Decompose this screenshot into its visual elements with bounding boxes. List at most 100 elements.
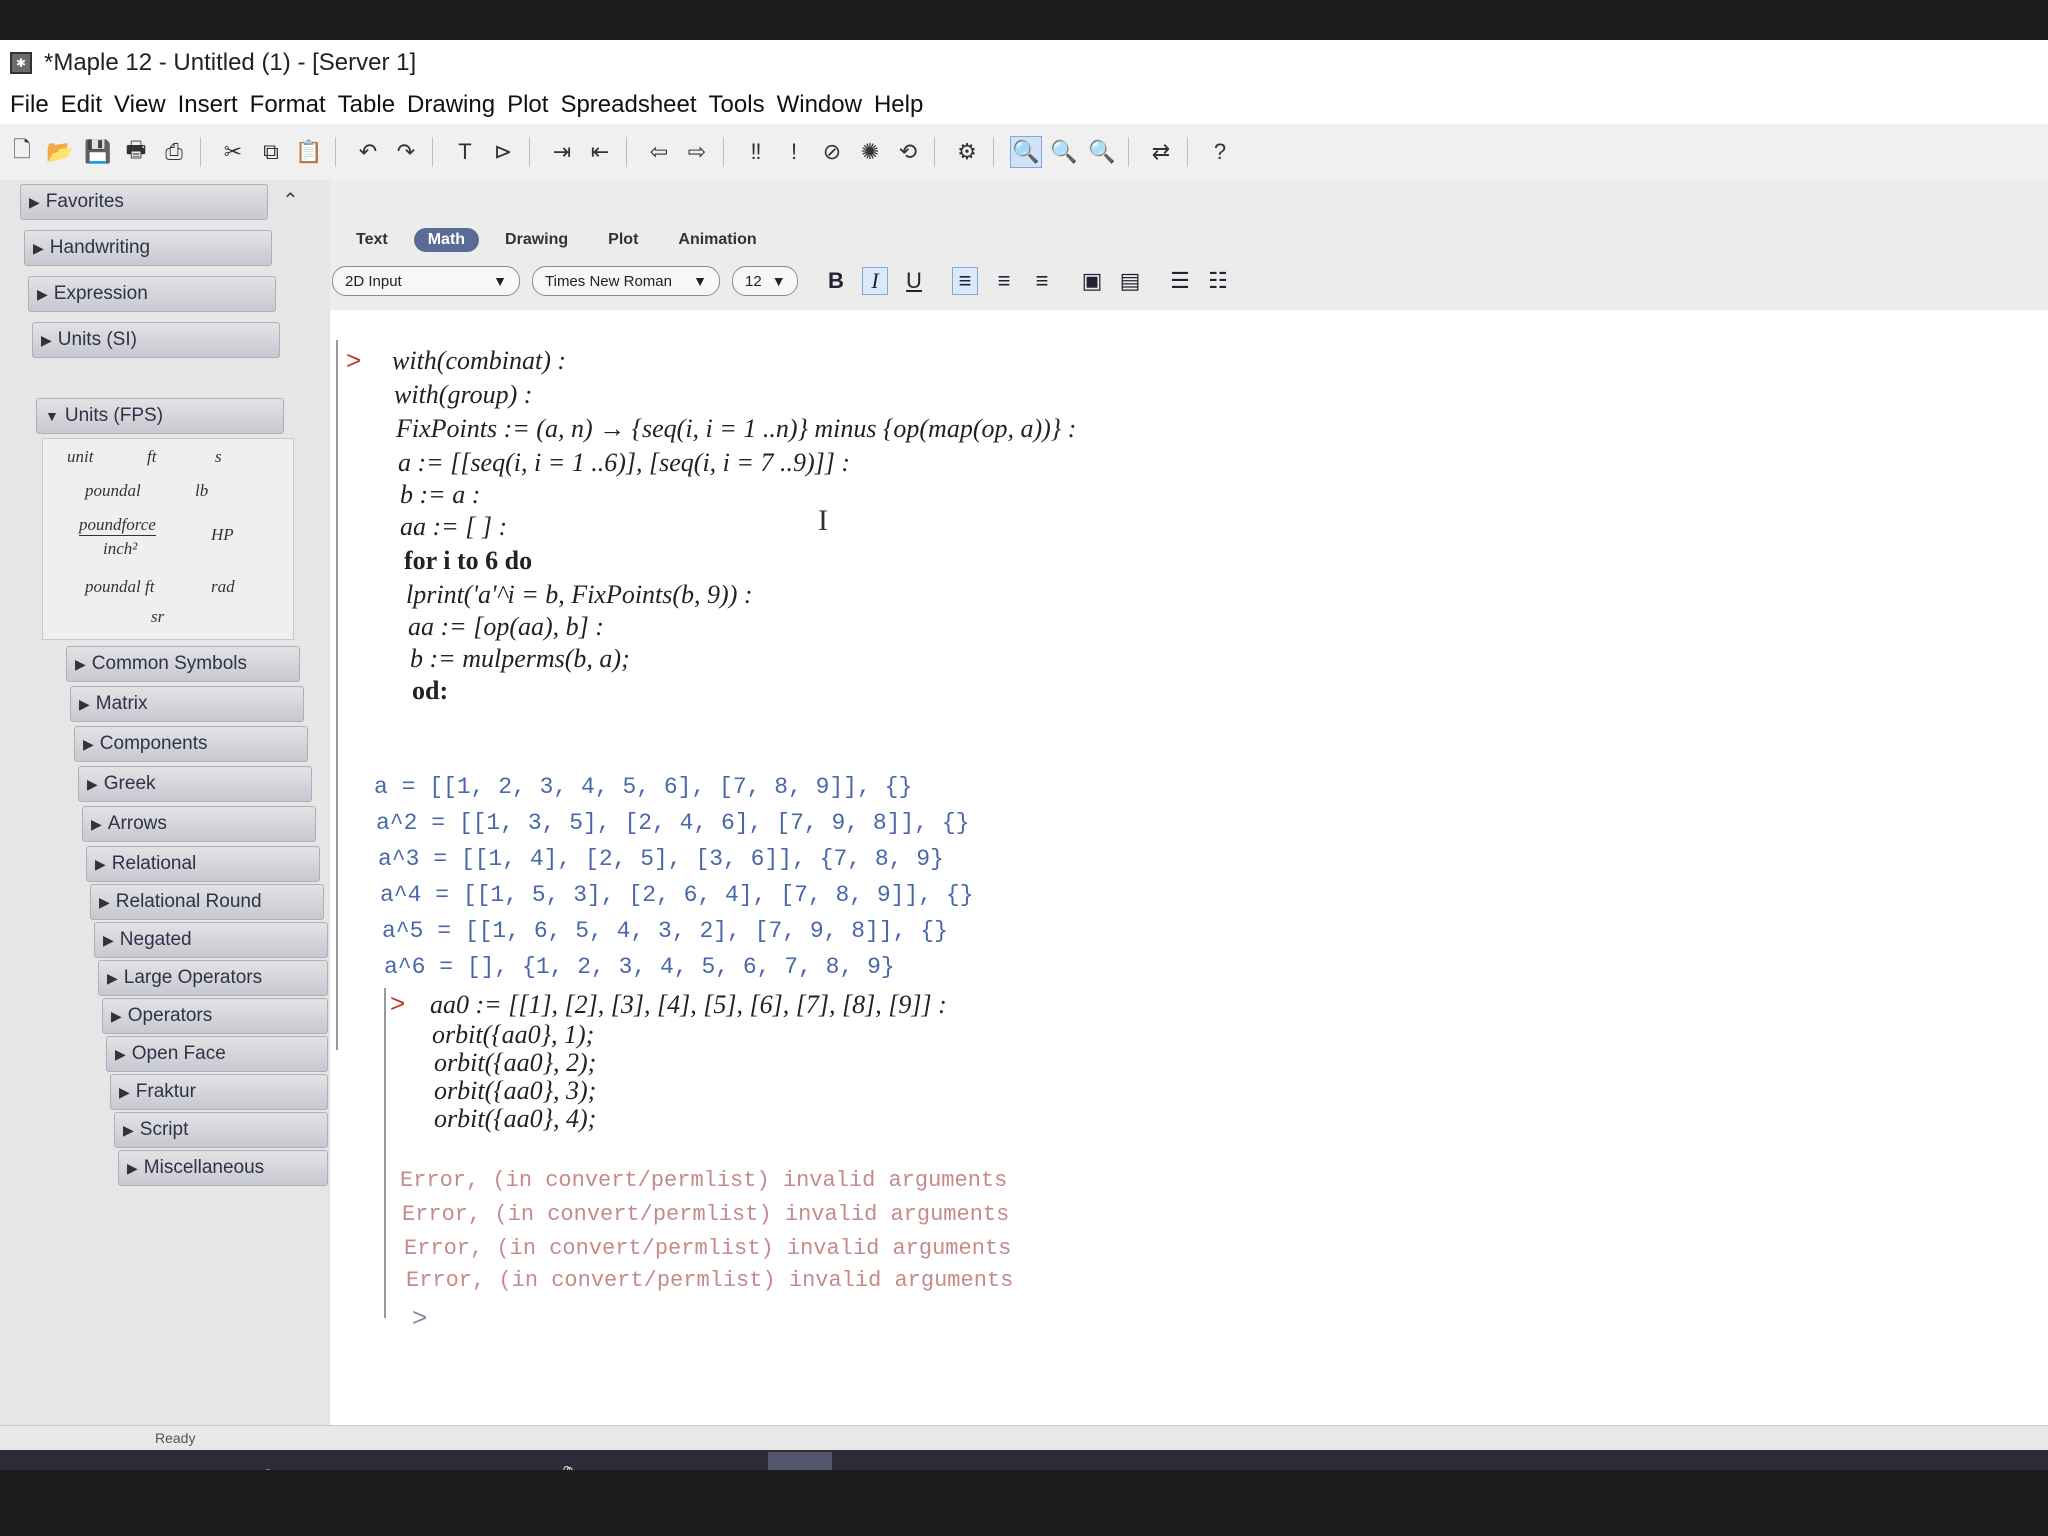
forward-arrow-icon[interactable]: ⇨ xyxy=(681,136,713,168)
toggle-input-icon[interactable]: ⇄ xyxy=(1145,136,1177,168)
code-line[interactable]: lprint('a'^i = b, FixPoints(b, 9)) : xyxy=(406,580,753,610)
menu-plot[interactable]: Plot xyxy=(507,91,548,119)
palette-fraktur[interactable]: ▶ Fraktur xyxy=(110,1074,328,1110)
font-size-select[interactable]: 12 ▼ xyxy=(732,266,798,296)
redo-icon[interactable]: ↷ xyxy=(390,136,422,168)
palette-negated[interactable]: ▶ Negated xyxy=(94,922,328,958)
palette-units-fps[interactable]: ▼ Units (FPS) xyxy=(36,398,284,434)
palette-large-operators[interactable]: ▶ Large Operators xyxy=(98,960,328,996)
menu-tools[interactable]: Tools xyxy=(709,91,765,119)
print-preview-icon[interactable]: ⎙ xyxy=(158,136,190,168)
align-right-icon[interactable]: ≡ xyxy=(1030,268,1054,294)
underline-button[interactable]: U xyxy=(902,268,926,294)
menu-window[interactable]: Window xyxy=(777,91,862,119)
file-explorer-icon[interactable]: ▭ xyxy=(464,1452,528,1471)
palette-expression[interactable]: ▶ Expression xyxy=(28,276,276,312)
italic-button[interactable]: I xyxy=(862,267,888,295)
input-mode-select[interactable]: 2D Input ▼ xyxy=(332,266,520,296)
code-line[interactable]: orbit({aa0}, 4); xyxy=(434,1104,596,1134)
color-text-icon[interactable]: ▣ xyxy=(1080,268,1104,294)
menu-table[interactable]: Table xyxy=(338,91,395,119)
palette-greek[interactable]: ▶ Greek xyxy=(78,766,312,802)
palette-miscellaneous[interactable]: ▶ Miscellaneous xyxy=(118,1150,328,1186)
cut-icon[interactable]: ✂ xyxy=(217,136,249,168)
code-line[interactable]: aa := [op(aa), b] : xyxy=(408,612,604,642)
unit-chip[interactable]: sr xyxy=(151,607,164,627)
input-prompt[interactable]: > xyxy=(412,1302,427,1333)
search-icon[interactable]: ⚲ xyxy=(236,1452,300,1471)
unit-chip[interactable]: inch² xyxy=(103,539,137,559)
menu-view[interactable]: View xyxy=(114,91,166,119)
font-select[interactable]: Times New Roman ▼ xyxy=(532,266,720,296)
menu-edit[interactable]: Edit xyxy=(61,91,102,119)
tab-animation[interactable]: Animation xyxy=(664,228,770,252)
palette-matrix[interactable]: ▶ Matrix xyxy=(70,686,304,722)
tab-text[interactable]: Text xyxy=(342,228,402,252)
palette-scroll-up-icon[interactable]: ⌃ xyxy=(282,188,299,213)
app-icon[interactable]: ▱ xyxy=(692,1452,756,1471)
tab-plot[interactable]: Plot xyxy=(594,228,652,252)
align-center-icon[interactable]: ≡ xyxy=(992,268,1016,294)
palette-relational-round[interactable]: ▶ Relational Round xyxy=(90,884,324,920)
color-highlight-icon[interactable]: ▤ xyxy=(1118,268,1142,294)
print-icon[interactable]: 🖶 xyxy=(120,136,152,168)
code-line[interactable]: FixPoints := (a, n) → {seq(i, i = 1 ..n)… xyxy=(396,414,1076,444)
align-left-icon[interactable]: ≡ xyxy=(952,267,978,295)
indent-icon[interactable]: ⇥ xyxy=(546,136,578,168)
new-document-icon[interactable]: 🗋 xyxy=(6,136,38,168)
code-line[interactable]: orbit({aa0}, 3); xyxy=(434,1076,596,1106)
open-folder-icon[interactable]: 📂 xyxy=(44,136,76,168)
unit-chip[interactable]: rad xyxy=(211,577,235,597)
menu-drawing[interactable]: Drawing xyxy=(407,91,495,119)
unit-chip[interactable]: unit xyxy=(67,447,93,467)
back-arrow-icon[interactable]: ⇦ xyxy=(643,136,675,168)
edge-icon[interactable]: e xyxy=(388,1452,452,1470)
debug-icon[interactable]: ✺ xyxy=(854,136,886,168)
code-line[interactable]: b := mulperms(b, a); xyxy=(410,644,630,674)
palette-relational[interactable]: ▶ Relational xyxy=(86,846,320,882)
unit-chip[interactable]: s xyxy=(215,447,222,467)
execute-all-icon[interactable]: ‼ xyxy=(740,136,772,168)
code-line[interactable]: orbit({aa0}, 2); xyxy=(434,1048,596,1078)
zoom-150-icon[interactable]: 🔍 xyxy=(1048,136,1080,168)
palette-arrows[interactable]: ▶ Arrows xyxy=(82,806,316,842)
palette-units-si[interactable]: ▶ Units (SI) xyxy=(32,322,280,358)
worksheet[interactable]: > with(combinat) : with(group) : FixPoin… xyxy=(330,310,2048,1425)
browser-icon[interactable]: ◉ xyxy=(616,1452,680,1471)
store-icon[interactable]: 🛍 xyxy=(540,1452,604,1471)
settings-gear-icon[interactable]: ⚙ xyxy=(951,136,983,168)
execution-group-icon[interactable]: ⊳ xyxy=(487,136,519,168)
tab-math[interactable]: Math xyxy=(413,228,480,252)
palette-favorites[interactable]: ▶ Favorites xyxy=(20,184,268,220)
zoom-200-icon[interactable]: 🔍 xyxy=(1086,136,1118,168)
restart-icon[interactable]: ⟲ xyxy=(892,136,924,168)
code-line[interactable]: b := a : xyxy=(400,480,480,510)
palette-components[interactable]: ▶ Components xyxy=(74,726,308,762)
task-view-icon[interactable]: ⧉ xyxy=(312,1452,376,1471)
bullet-list-icon[interactable]: ☰ xyxy=(1168,268,1192,294)
code-line[interactable]: for i to 6 do xyxy=(404,546,532,576)
save-icon[interactable]: 💾 xyxy=(82,136,114,168)
code-line[interactable]: orbit({aa0}, 1); xyxy=(432,1020,594,1050)
paste-icon[interactable]: 📋 xyxy=(293,136,325,168)
unit-chip[interactable]: HP xyxy=(211,525,234,545)
menu-file[interactable]: File xyxy=(10,91,49,119)
unit-chip[interactable]: poundal xyxy=(85,481,141,501)
code-line[interactable]: aa0 := [[1], [2], [3], [4], [5], [6], [7… xyxy=(430,990,947,1020)
bold-button[interactable]: B xyxy=(824,268,848,294)
help-icon[interactable]: ? xyxy=(1204,136,1236,168)
undo-icon[interactable]: ↶ xyxy=(352,136,384,168)
text-mode-icon[interactable]: T xyxy=(449,136,481,168)
unit-chip[interactable]: poundal ft xyxy=(85,577,154,597)
code-line[interactable]: a := [[seq(i, i = 1 ..6)], [seq(i, i = 7… xyxy=(398,448,850,478)
code-line[interactable]: od: xyxy=(412,676,448,706)
unit-chip[interactable]: ft xyxy=(147,447,156,467)
code-line[interactable]: aa := [ ] : xyxy=(400,512,507,542)
execute-icon[interactable]: ! xyxy=(778,136,810,168)
copy-icon[interactable]: ⧉ xyxy=(255,136,287,168)
menu-spreadsheet[interactable]: Spreadsheet xyxy=(560,91,696,119)
stop-icon[interactable]: ⊘ xyxy=(816,136,848,168)
unit-chip[interactable]: poundforce xyxy=(79,515,156,536)
menu-insert[interactable]: Insert xyxy=(178,91,238,119)
unit-chip[interactable]: lb xyxy=(195,481,208,501)
